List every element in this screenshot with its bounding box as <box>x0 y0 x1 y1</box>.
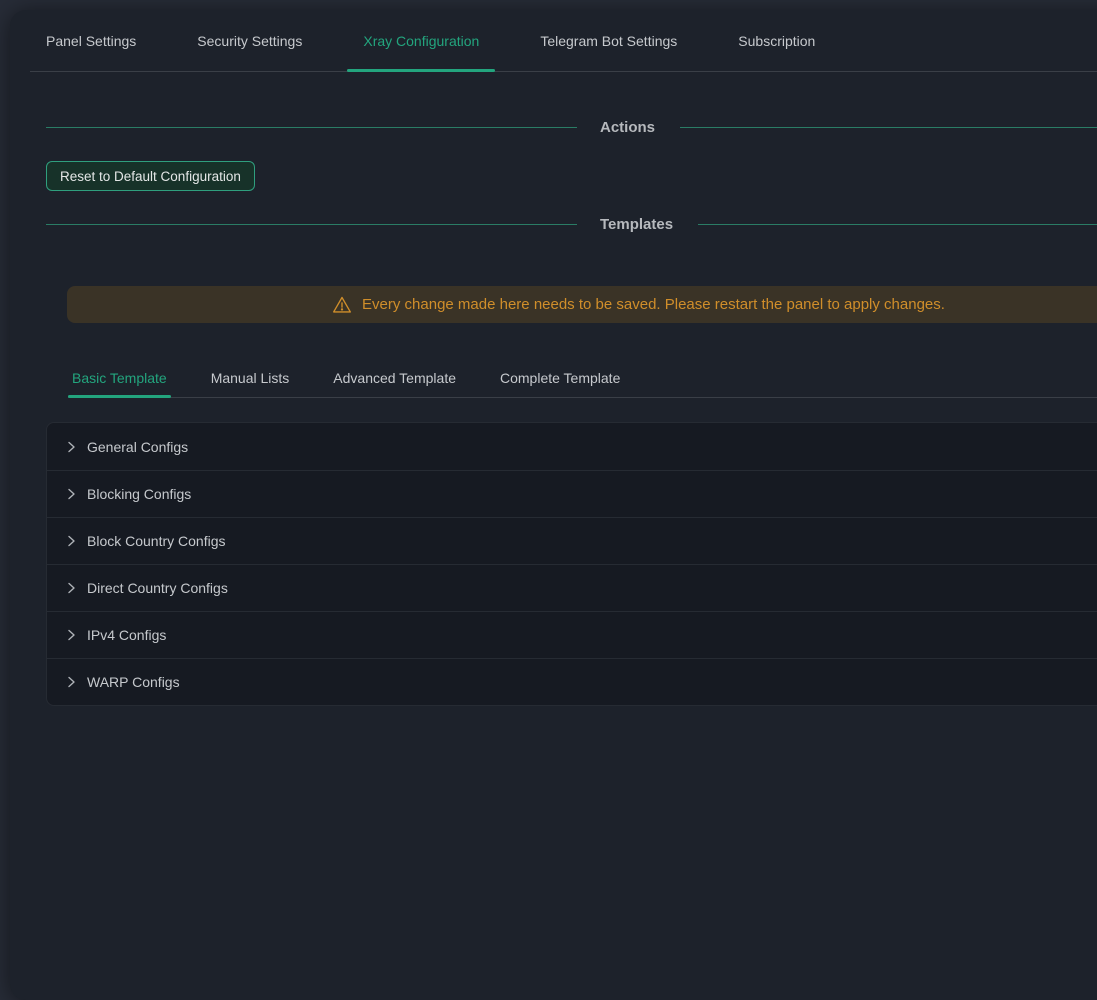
chevron-right-icon <box>65 629 77 641</box>
tab-xray-configuration[interactable]: Xray Configuration <box>347 10 495 71</box>
subtab-label: Basic Template <box>72 370 167 386</box>
accordion-row-ipv4-configs[interactable]: IPv4 Configs <box>47 611 1097 658</box>
subtab-label: Advanced Template <box>333 370 456 386</box>
subtab-manual-lists[interactable]: Manual Lists <box>207 358 294 397</box>
subtab-basic-template[interactable]: Basic Template <box>68 358 171 397</box>
chevron-right-icon <box>65 676 77 688</box>
accordion-row-warp-configs[interactable]: WARP Configs <box>47 658 1097 705</box>
warning-alert: Every change made here needs to be saved… <box>67 286 1097 323</box>
tab-label: Telegram Bot Settings <box>540 33 677 49</box>
tab-label: Subscription <box>738 33 815 49</box>
chevron-right-icon <box>65 488 77 500</box>
main-tab-bar: Panel Settings Security Settings Xray Co… <box>30 10 1097 72</box>
subtab-label: Complete Template <box>500 370 620 386</box>
template-sub-tab-bar: Basic Template Manual Lists Advanced Tem… <box>68 358 1097 398</box>
subtab-label: Manual Lists <box>211 370 290 386</box>
reset-to-default-button[interactable]: Reset to Default Configuration <box>46 161 255 191</box>
tab-panel-settings[interactable]: Panel Settings <box>30 10 152 71</box>
subtab-advanced-template[interactable]: Advanced Template <box>329 358 460 397</box>
accordion-row-label: Block Country Configs <box>87 533 226 549</box>
subtab-complete-template[interactable]: Complete Template <box>496 358 624 397</box>
accordion-row-direct-country-configs[interactable]: Direct Country Configs <box>47 564 1097 611</box>
tab-security-settings[interactable]: Security Settings <box>181 10 318 71</box>
templates-divider-title: Templates <box>600 216 673 233</box>
tab-label: Panel Settings <box>46 33 136 49</box>
accordion-row-block-country-configs[interactable]: Block Country Configs <box>47 517 1097 564</box>
actions-divider: Actions <box>46 116 1097 138</box>
chevron-right-icon <box>65 582 77 594</box>
tab-label: Security Settings <box>197 33 302 49</box>
tab-label: Xray Configuration <box>363 33 479 49</box>
accordion-row-blocking-configs[interactable]: Blocking Configs <box>47 470 1097 517</box>
tab-content: Actions Reset to Default Configuration T… <box>10 116 1097 706</box>
accordion-row-label: Blocking Configs <box>87 486 191 502</box>
accordion-row-label: WARP Configs <box>87 674 180 690</box>
chevron-right-icon <box>65 535 77 547</box>
warning-triangle-icon <box>332 295 352 315</box>
accordion-row-general-configs[interactable]: General Configs <box>47 423 1097 470</box>
accordion-row-label: Direct Country Configs <box>87 580 228 596</box>
accordion-row-label: General Configs <box>87 439 188 455</box>
tab-subscription[interactable]: Subscription <box>722 10 831 71</box>
actions-divider-title: Actions <box>600 119 655 136</box>
accordion-row-label: IPv4 Configs <box>87 627 166 643</box>
configs-accordion: General Configs Blocking Configs Block C… <box>46 422 1097 706</box>
settings-card: Panel Settings Security Settings Xray Co… <box>10 10 1097 1000</box>
templates-divider: Templates <box>46 213 1097 235</box>
warning-alert-text: Every change made here needs to be saved… <box>362 296 945 313</box>
tab-telegram-bot-settings[interactable]: Telegram Bot Settings <box>524 10 693 71</box>
chevron-right-icon <box>65 441 77 453</box>
